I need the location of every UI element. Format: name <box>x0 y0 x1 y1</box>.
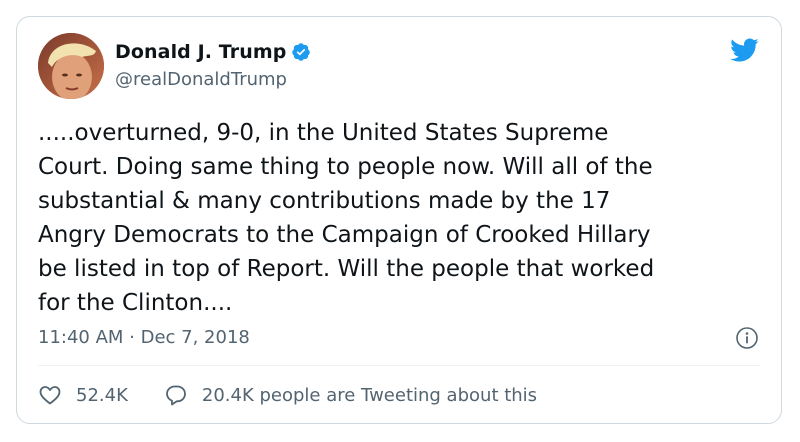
avatar[interactable] <box>38 33 104 99</box>
speech-bubble-icon <box>165 385 186 406</box>
heart-icon <box>39 386 61 405</box>
user-handle[interactable]: @realDonaldTrump <box>115 69 287 90</box>
divider <box>38 365 760 366</box>
like-action[interactable]: 52.4K <box>38 383 128 407</box>
like-count: 52.4K <box>76 384 128 406</box>
avatar-image <box>38 33 104 99</box>
tweet-card[interactable]: Donald J. Trump @realDonaldTrump .....ov… <box>16 16 782 424</box>
tweeting-count: 20.4K people are Tweeting about this <box>201 384 538 406</box>
user-name-row: Donald J. Trump <box>115 41 311 63</box>
twitter-bird-icon[interactable] <box>729 37 759 63</box>
display-name[interactable]: Donald J. Trump <box>115 41 286 63</box>
tweet-actions: 52.4K 20.4K people are Tweeting about th… <box>38 383 537 407</box>
info-icon[interactable] <box>735 326 759 350</box>
tweet-text: .....overturned, 9-0, in the United Stat… <box>38 120 655 316</box>
tweeting-action[interactable]: 20.4K people are Tweeting about this <box>164 383 537 407</box>
tweet-timestamp[interactable]: 11:40 AM · Dec 7, 2018 <box>38 327 250 348</box>
verified-badge-icon <box>292 43 311 61</box>
